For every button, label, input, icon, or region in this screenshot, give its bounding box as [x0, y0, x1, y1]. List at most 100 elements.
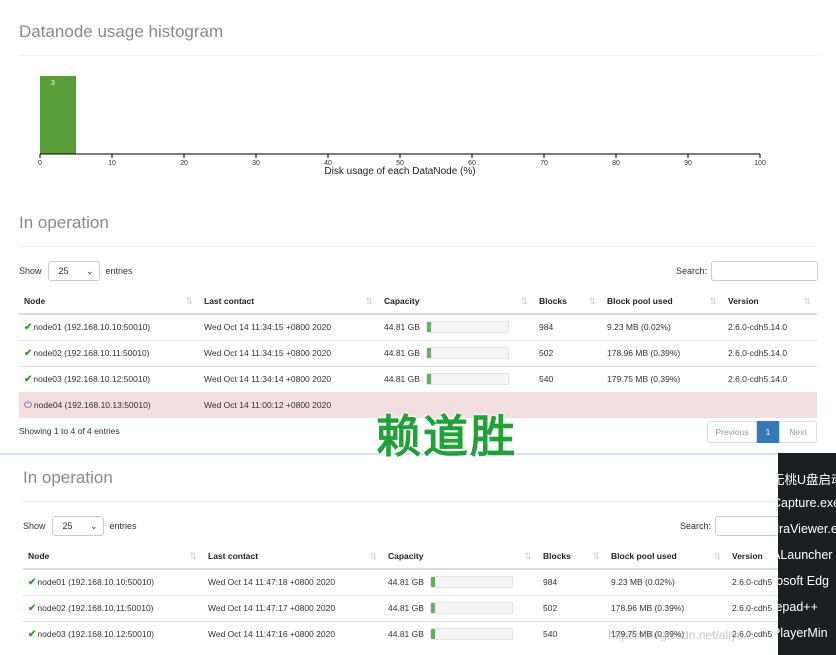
node-cell: ⏻ node04 (192.168.10.13:50010)	[19, 391, 199, 418]
histogram-bar	[40, 76, 76, 154]
table-row: ✔node03 (192.168.10.12:50010) Wed Oct 14 …	[19, 365, 817, 392]
node-name: node02 (192.168.10.11:50010)	[33, 347, 150, 358]
desktop-shortcut-label[interactable]: 无桃U盘启动	[778, 469, 836, 488]
node-cell: ✔node02 (192.168.10.11:50010)	[23, 594, 203, 621]
node-name: node01 (192.168.10.10:50010)	[37, 576, 155, 587]
column-header-label: Node	[24, 296, 46, 306]
column-header-capacity[interactable]: Capacity ⇅	[379, 289, 534, 315]
desktop-shortcut-label[interactable]: ALauncher	[778, 548, 832, 562]
entries-label: entries	[105, 266, 133, 276]
last-contact-cell: Wed Oct 14 11:47:18 +0800 2020	[203, 568, 383, 595]
check-icon: ✔	[24, 373, 33, 385]
capacity-usage-bar	[429, 602, 513, 614]
capacity-cell: 44.81 GB	[383, 620, 538, 647]
next-page-button[interactable]: Next	[779, 421, 817, 443]
x-tick-label: 100	[754, 160, 766, 167]
x-tick-label: 30	[252, 160, 260, 167]
column-header-node[interactable]: Node ⇅	[19, 289, 199, 315]
entries-label: entries	[109, 521, 137, 531]
capacity-value: 44.81 GB	[388, 577, 424, 588]
table-row: ✔node02 (192.168.10.11:50010) Wed Oct 14 …	[19, 339, 817, 366]
entries-select[interactable]: 25 ⌄	[51, 516, 104, 536]
desktop-shortcut-label[interactable]: tepad++	[778, 600, 818, 614]
sort-icon: ⇅	[709, 296, 717, 306]
sort-icon: ⇅	[189, 551, 197, 561]
x-tick-label: 0	[38, 160, 42, 167]
desktop-shortcut-label[interactable]: Capture.exe	[778, 496, 836, 510]
search-control: Search:	[676, 261, 819, 281]
column-header-last-contact[interactable]: Last contact ⇅	[203, 544, 383, 570]
capacity-cell: 44.81 GB	[379, 313, 534, 340]
blocks-cell: 502	[538, 594, 606, 621]
column-header-label: Last contact	[208, 551, 259, 561]
page-1-button[interactable]: 1	[757, 421, 779, 443]
last-contact-cell: Wed Oct 14 11:00:12 +0800 2020	[199, 391, 379, 418]
column-header-version[interactable]: Version ⇅	[723, 289, 817, 315]
hdfs-datanodes-panel-bottom: In operation Show 25 ⌄ entries Search: N…	[0, 453, 836, 655]
divider	[23, 501, 821, 502]
in-operation-title: In operation	[23, 468, 113, 487]
entries-select[interactable]: 25 ⌄	[47, 261, 100, 281]
blocks-cell: 540	[538, 620, 606, 647]
column-header-node[interactable]: Node ⇅	[23, 544, 203, 570]
pool-cell: 9.23 MB (0.02%)	[606, 568, 727, 595]
x-tick-label: 80	[612, 160, 620, 167]
check-icon: ✔	[24, 347, 33, 359]
column-header-block-pool-used[interactable]: Block pool used ⇅	[606, 544, 727, 570]
sort-icon: ⇅	[524, 551, 532, 561]
page-length-control: Show 25 ⌄ entries	[19, 261, 133, 281]
check-icon: ✔	[28, 628, 37, 640]
search-input[interactable]	[711, 261, 819, 281]
column-header-label: Capacity	[388, 551, 424, 561]
column-header-label: Capacity	[384, 296, 420, 306]
blocks-cell: 984	[538, 568, 606, 595]
node-cell: ✔node01 (192.168.10.10:50010)	[23, 568, 203, 595]
check-icon: ✔	[28, 602, 37, 614]
last-contact-cell: Wed Oct 14 11:34:15 +0800 2020	[199, 339, 379, 366]
hdfs-datanodes-panel-top: Datanode usage histogram 3 0 10 20 30 40 50 60 7…	[0, 0, 836, 453]
capacity-usage-fill	[426, 322, 431, 333]
blog-credit-watermark: https://blog.csdn.net/aliyu...	[608, 628, 754, 642]
show-label: Show	[23, 521, 46, 531]
capacity-usage-bar	[425, 321, 509, 334]
search-label: Search:	[676, 266, 708, 276]
capacity-cell: 44.81 GB	[383, 568, 538, 595]
column-header-blocks[interactable]: Blocks ⇅	[538, 544, 606, 570]
node-name: node04 (192.168.10.13:50010)	[33, 399, 151, 410]
node-name: node02 (192.168.10.11:50010)	[37, 602, 154, 613]
check-icon: ✔	[24, 321, 33, 333]
sort-icon: ⇅	[713, 551, 721, 561]
capacity-cell: 44.81 GB	[379, 365, 534, 392]
table-info: Showing 1 to 4 of 4 entries	[19, 426, 120, 436]
pool-cell	[602, 391, 723, 418]
node-cell: ✔node01 (192.168.10.10:50010)	[19, 313, 199, 340]
desktop-shortcut-label[interactable]: rosoft Edg	[778, 574, 829, 588]
previous-page-button[interactable]: Previous	[707, 421, 757, 443]
last-contact-cell: Wed Oct 14 11:34:15 +0800 2020	[199, 313, 379, 340]
desktop-shortcut-label[interactable]: draViewer.e	[778, 522, 836, 536]
check-icon: ✔	[28, 576, 37, 588]
version-cell: 2.6.0-cdh5.14.0	[723, 365, 817, 392]
column-header-block-pool-used[interactable]: Block pool used ⇅	[602, 289, 723, 315]
blocks-cell: 502	[534, 339, 602, 366]
chevron-down-icon: ⌄	[85, 265, 94, 276]
x-tick-label: 20	[180, 160, 188, 167]
version-cell: 2.6.0-cdh5.14.0	[723, 313, 817, 340]
column-header-last-contact[interactable]: Last contact ⇅	[199, 289, 379, 315]
column-header-capacity[interactable]: Capacity ⇅	[383, 544, 538, 570]
power-off-icon: ⏻	[24, 399, 32, 411]
table-row: ✔node02 (192.168.10.11:50010) Wed Oct 14 …	[23, 594, 821, 621]
in-operation-title: In operation	[19, 213, 109, 232]
entries-value: 25	[62, 521, 73, 531]
histogram-title: Datanode usage histogram	[19, 22, 224, 41]
desktop-shortcut-label[interactable]: PlayerMin	[778, 626, 828, 640]
capacity-usage-fill	[430, 603, 435, 613]
last-contact-cell: Wed Oct 14 11:47:16 +0800 2020	[203, 620, 383, 647]
divider	[19, 246, 817, 247]
capacity-cell: 44.81 GB	[383, 594, 538, 621]
column-header-blocks[interactable]: Blocks ⇅	[534, 289, 602, 315]
last-contact-cell: Wed Oct 14 11:47:17 +0800 2020	[203, 594, 383, 621]
pool-cell: 9.23 MB (0.02%)	[602, 313, 723, 340]
desktop-shortcuts-overlay: 无桃U盘启动 Capture.exe draViewer.e ALauncher ros…	[778, 453, 836, 655]
capacity-usage-fill	[430, 577, 435, 588]
